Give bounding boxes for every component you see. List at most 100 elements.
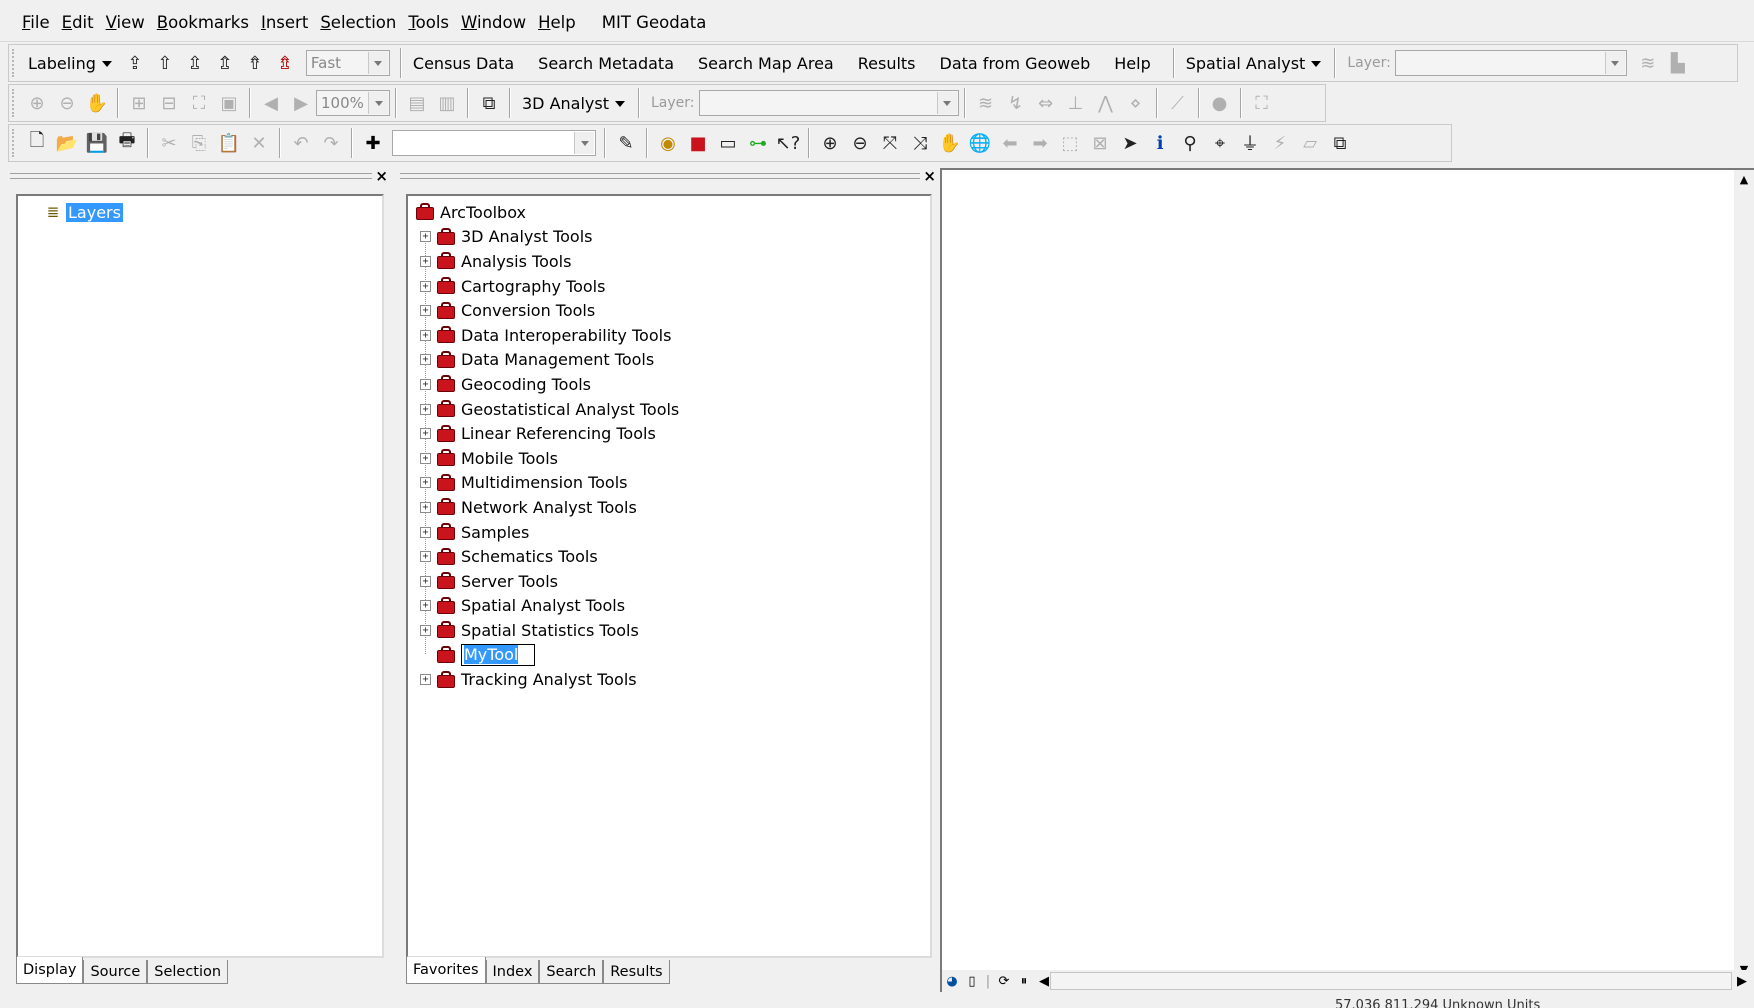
toolbox-item[interactable]: + Tracking Analyst Tools [420, 667, 679, 692]
fixed-zoom-out-icon[interactable]: ⊟ [154, 88, 184, 118]
toolbar-link-results[interactable]: Results [846, 54, 928, 73]
rename-input[interactable]: MyTool [461, 643, 536, 666]
arccatalog-icon[interactable]: ◉ [653, 128, 683, 158]
create-viewer-window-icon[interactable]: ⧉ [1325, 128, 1355, 158]
tab-favorites[interactable]: Favorites [406, 957, 486, 984]
toolbar-link-help[interactable]: Help [1102, 54, 1162, 73]
label-weight-icon[interactable]: ⇫ [180, 48, 210, 78]
spatial-analyst-layer-select[interactable] [1394, 50, 1627, 76]
3d-analyst-dropdown[interactable]: 3D Analyst [516, 94, 633, 113]
fixed-zoom-in-map-icon[interactable]: ⤧ [875, 128, 905, 158]
map-scale-select[interactable] [392, 130, 596, 156]
zoom-out-icon[interactable]: ⊖ [845, 128, 875, 158]
focus-frame-icon[interactable]: ▥ [432, 88, 462, 118]
menu-mit-geodata[interactable]: MIT Geodata [602, 13, 707, 32]
scroll-right-icon[interactable]: ▶ [1732, 974, 1752, 989]
toolbox-item[interactable]: + Mobile Tools [420, 446, 679, 471]
save-icon[interactable]: 💾 [82, 128, 112, 158]
toolbox-item[interactable]: + Server Tools [420, 569, 679, 594]
html-popup-icon[interactable]: ▱ [1295, 128, 1325, 158]
data-view-icon[interactable]: ◕ [942, 974, 962, 989]
fixed-zoom-out-map-icon[interactable]: ⤨ [905, 128, 935, 158]
expand-icon[interactable]: + [420, 575, 431, 587]
identify-icon[interactable]: ℹ [1145, 128, 1175, 158]
full-extent-3d-icon[interactable]: ⛶ [1247, 88, 1277, 118]
expand-icon[interactable]: + [420, 329, 431, 341]
toolbox-item[interactable]: MyTool [420, 643, 679, 668]
expand-icon[interactable]: + [420, 231, 431, 243]
go-back-extent-icon[interactable]: ⬅ [995, 128, 1025, 158]
pan-icon[interactable]: ✋ [935, 128, 965, 158]
expand-icon[interactable]: + [420, 551, 431, 563]
expand-icon[interactable]: + [420, 501, 431, 513]
lock-labels-icon[interactable]: ⇬ [210, 48, 240, 78]
select-features-icon[interactable]: ⬚ [1055, 128, 1085, 158]
expand-icon[interactable]: + [420, 403, 431, 415]
arctoolbox-tree-area[interactable]: ArcToolbox +3D Analyst Tools + Analysis To… [406, 194, 932, 958]
zoom-in-page-icon[interactable]: ⊕ [22, 88, 52, 118]
print-icon[interactable]: 🖶 [112, 128, 142, 158]
expand-icon[interactable]: + [420, 280, 431, 292]
pan-page-icon[interactable]: ✋ [82, 88, 112, 118]
measure-icon[interactable]: ⏚ [1235, 128, 1265, 158]
interpolate-point-icon[interactable]: ⊥ [1061, 88, 1091, 118]
menu-help[interactable]: Help [538, 13, 576, 32]
whats-this-icon[interactable]: ↖? [773, 128, 803, 158]
close-icon[interactable]: × [923, 167, 936, 185]
paste-icon[interactable]: 📋 [214, 128, 244, 158]
toolbar-link-data-from-geoweb[interactable]: Data from Geoweb [928, 54, 1103, 73]
menu-edit[interactable]: Edit [62, 13, 94, 32]
label-manager-icon[interactable]: ⇪ [120, 48, 150, 78]
interpolate-line-icon[interactable]: ⋀ [1091, 88, 1121, 118]
tab-display[interactable]: Display [16, 957, 84, 984]
expand-icon[interactable]: + [420, 428, 431, 440]
expand-icon[interactable]: + [420, 354, 431, 366]
toolbox-item[interactable]: + Conversion Tools [420, 298, 679, 323]
go-forward-extent-icon[interactable]: ➡ [1025, 128, 1055, 158]
layout-view-icon[interactable]: ▯ [962, 974, 982, 989]
arctoolbox-icon[interactable]: ■ [683, 128, 713, 158]
interpolate-polygon-icon[interactable]: ⋄ [1121, 88, 1151, 118]
toolbox-item[interactable]: + Schematics Tools [420, 544, 679, 569]
next-extent-page-icon[interactable]: ▶ [286, 88, 316, 118]
undo-icon[interactable]: ↶ [286, 128, 316, 158]
delete-icon[interactable]: ✕ [244, 128, 274, 158]
toolbox-item[interactable]: + Geocoding Tools [420, 372, 679, 397]
copy-icon[interactable]: ⎘ [184, 128, 214, 158]
clear-selection-icon[interactable]: ⊠ [1085, 128, 1115, 158]
modelbuilder-icon[interactable]: ⊶ [743, 128, 773, 158]
expand-icon[interactable]: + [420, 255, 431, 267]
toolbar-grip[interactable] [12, 129, 18, 157]
cut-icon[interactable]: ✂ [154, 128, 184, 158]
expand-icon[interactable]: + [420, 600, 431, 612]
toolbox-item[interactable]: +3D Analyst Tools [420, 225, 679, 250]
arcscene-icon[interactable]: ● [1205, 88, 1235, 118]
change-layout-icon[interactable]: ⧉ [474, 88, 504, 118]
line-of-sight-icon[interactable]: ⇔ [1031, 88, 1061, 118]
menu-insert[interactable]: Insert [261, 13, 308, 32]
expand-icon[interactable]: + [420, 674, 431, 686]
zoom-out-page-icon[interactable]: ⊖ [52, 88, 82, 118]
redo-icon[interactable]: ↷ [316, 128, 346, 158]
menu-file[interactable]: File [22, 13, 50, 32]
contour-3d-icon[interactable]: ≋ [971, 88, 1001, 118]
toolbar-grip[interactable] [12, 49, 18, 77]
zoom-percent-select[interactable]: 100% [316, 90, 390, 116]
toolbox-item[interactable]: + Spatial Analyst Tools [420, 594, 679, 619]
toolbar-grip[interactable] [12, 89, 18, 117]
tab-source[interactable]: Source [83, 960, 148, 984]
refresh-icon[interactable]: ⟳ [994, 974, 1014, 989]
expand-icon[interactable]: + [420, 477, 431, 489]
full-extent-globe-icon[interactable]: 🌐 [965, 128, 995, 158]
view-unplaced-labels-icon[interactable]: ⇯ [270, 48, 300, 78]
command-line-icon[interactable]: ▭ [713, 128, 743, 158]
fixed-zoom-in-icon[interactable]: ⊞ [124, 88, 154, 118]
toolbox-item[interactable]: + Cartography Tools [420, 274, 679, 299]
menu-bookmarks[interactable]: Bookmarks [157, 13, 249, 32]
add-data-icon[interactable]: ✚ [358, 128, 388, 158]
expand-icon[interactable]: + [420, 378, 431, 390]
zoom-whole-page-icon[interactable]: ⛶ [184, 88, 214, 118]
labeling-dropdown[interactable]: Labeling [22, 54, 120, 73]
profile-graph-icon[interactable]: ⟋ [1163, 88, 1193, 118]
quality-select[interactable]: Fast [305, 50, 390, 76]
